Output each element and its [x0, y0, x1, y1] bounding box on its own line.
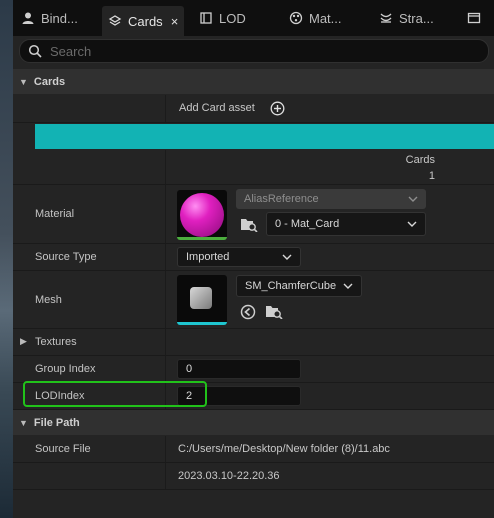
tab-strands[interactable]: Stra... [379, 6, 434, 30]
collapse-icon[interactable]: ▼ [19, 418, 28, 428]
mesh-row: Mesh SM_ChamferCube [13, 271, 494, 329]
strand-icon [380, 13, 392, 23]
chevron-down-icon [343, 283, 353, 289]
textures-row[interactable]: ▶ Textures [13, 329, 494, 356]
mesh-dropdown[interactable]: SM_ChamferCube [236, 275, 362, 297]
material-slot-value: 0 - Mat_Card [275, 218, 340, 230]
file-path-section-header[interactable]: ▼ File Path [13, 410, 494, 435]
viewport-edge [0, 0, 13, 518]
tab-label: Cards [128, 13, 163, 29]
mesh-cube [190, 287, 212, 309]
column-divider [165, 95, 166, 122]
source-file-row: Source File C:/Users/me/Desktop/New fold… [13, 436, 494, 463]
material-label: Material [35, 208, 75, 220]
source-file-label: Source File [35, 443, 91, 455]
tab-overflow[interactable] [467, 6, 481, 30]
column-divider [165, 185, 166, 243]
column-divider [165, 150, 166, 184]
chevron-down-icon [282, 254, 292, 260]
lod-index-row: LODIndex 2 [13, 383, 494, 410]
group-index-label: Group Index [35, 363, 96, 375]
tab-bar: Bind... Cards × LOD Mat... Stra... [13, 0, 494, 36]
column-divider [165, 244, 166, 270]
tab-bindings[interactable]: Bind... [21, 6, 78, 30]
cards-icon [108, 15, 122, 26]
add-card-row: Add Card asset [13, 95, 494, 123]
mesh-label: Mesh [35, 293, 62, 306]
section-title: Cards [33, 75, 66, 88]
source-file-date: 2023.03.10-22.20.36 [178, 470, 280, 482]
tab-cards[interactable]: Cards × [102, 6, 185, 36]
source-type-row: Source Type Imported [13, 244, 494, 271]
mesh-thumbnail[interactable] [177, 275, 227, 325]
section-title: File Path [33, 416, 80, 429]
column-divider [165, 356, 166, 382]
add-card-label: Add Card asset [179, 102, 255, 114]
column-divider [165, 436, 166, 462]
use-selected-icon[interactable] [240, 304, 256, 320]
source-type-label: Source Type [35, 251, 97, 263]
browse-icon[interactable] [240, 216, 258, 232]
tab-label: LOD [219, 10, 246, 26]
expand-icon[interactable]: ▶ [20, 336, 27, 347]
column-divider [165, 463, 166, 489]
cards-count-row: Cards 1 [13, 150, 494, 185]
group-index-row: Group Index 0 [13, 356, 494, 383]
column-divider [165, 383, 166, 409]
material-row: Material AliasReference 0 - Mat_Card [13, 185, 494, 244]
search-bar[interactable]: Search [19, 39, 489, 63]
asset-type-bar [177, 237, 227, 240]
group-index-input[interactable]: 0 [177, 359, 301, 379]
lod-index-label: LODIndex [35, 390, 85, 402]
cards-section-header[interactable]: ▼ Cards [13, 69, 494, 94]
column-divider [165, 271, 166, 328]
user-icon [22, 12, 34, 24]
material-sphere [180, 193, 224, 237]
close-icon[interactable]: × [171, 14, 179, 29]
cards-count-value: 1 [428, 170, 435, 182]
source-type-value: Imported [186, 251, 230, 263]
add-icon[interactable] [270, 101, 285, 116]
alias-reference-value: AliasReference [244, 193, 319, 205]
empty-area [13, 490, 494, 518]
source-date-row: 2023.03.10-22.20.36 [13, 463, 494, 490]
asset-type-bar [177, 322, 227, 325]
tab-label: Stra... [399, 10, 434, 26]
browse-icon[interactable] [265, 303, 283, 319]
collapse-icon[interactable]: ▼ [19, 77, 28, 87]
search-icon [28, 44, 42, 58]
details-panel: Search ▼ Cards Add Card asset Cards 1 Ma… [13, 36, 494, 518]
chevron-down-icon [407, 221, 417, 227]
alias-reference-dropdown[interactable]: AliasReference [236, 189, 426, 209]
textures-label: Textures [35, 336, 77, 348]
lod-index-input[interactable]: 2 [177, 386, 301, 406]
material-slot-dropdown[interactable]: 0 - Mat_Card [266, 212, 426, 236]
tab-label: Bind... [41, 10, 78, 26]
tab-lod[interactable]: LOD [199, 6, 246, 30]
chevron-down-icon [408, 196, 418, 202]
tab-label: Mat... [309, 10, 342, 26]
card-entry-bar[interactable] [35, 124, 494, 149]
column-divider [165, 329, 166, 355]
tab-material[interactable]: Mat... [289, 6, 342, 30]
window-icon [467, 12, 481, 24]
mesh-value: SM_ChamferCube [245, 280, 337, 292]
material-thumbnail[interactable] [177, 190, 227, 240]
material-icon [289, 11, 303, 25]
search-input[interactable]: Search [50, 44, 91, 59]
source-type-dropdown[interactable]: Imported [177, 247, 301, 267]
source-file-path: C:/Users/me/Desktop/New folder (8)/11.ab… [178, 443, 390, 455]
cards-count-label: Cards [405, 154, 435, 166]
lod-icon [200, 12, 212, 24]
